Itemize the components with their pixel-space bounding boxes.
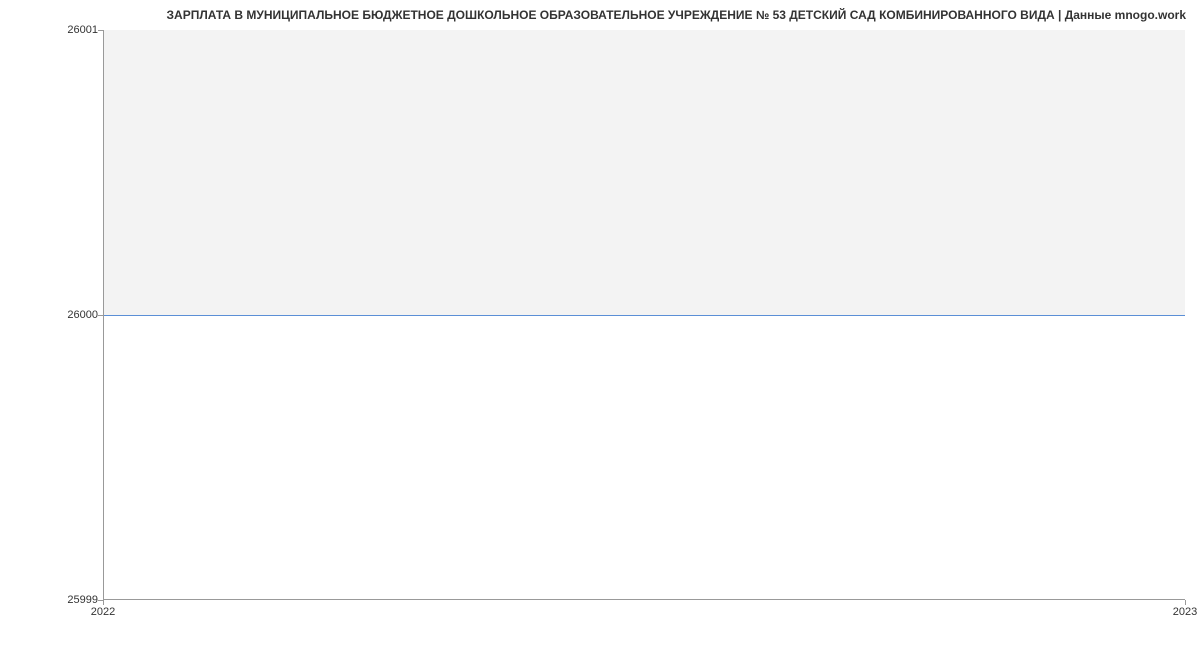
y-tick-mark: [98, 315, 103, 316]
y-tick-mark: [98, 30, 103, 31]
grid-band-lower: [104, 315, 1185, 600]
data-line: [104, 315, 1185, 316]
plot-area: [103, 30, 1185, 600]
x-tick-mark: [1185, 600, 1186, 605]
y-tick-label: 25999: [67, 594, 98, 606]
y-tick-label: 26000: [67, 309, 98, 321]
x-tick-label: 2023: [1173, 606, 1197, 618]
x-tick-mark: [103, 600, 104, 605]
chart-title: ЗАРПЛАТА В МУНИЦИПАЛЬНОЕ БЮДЖЕТНОЕ ДОШКО…: [0, 8, 1190, 22]
grid-band-upper: [104, 30, 1185, 315]
y-tick-label: 26001: [67, 24, 98, 36]
x-tick-label: 2022: [91, 606, 115, 618]
